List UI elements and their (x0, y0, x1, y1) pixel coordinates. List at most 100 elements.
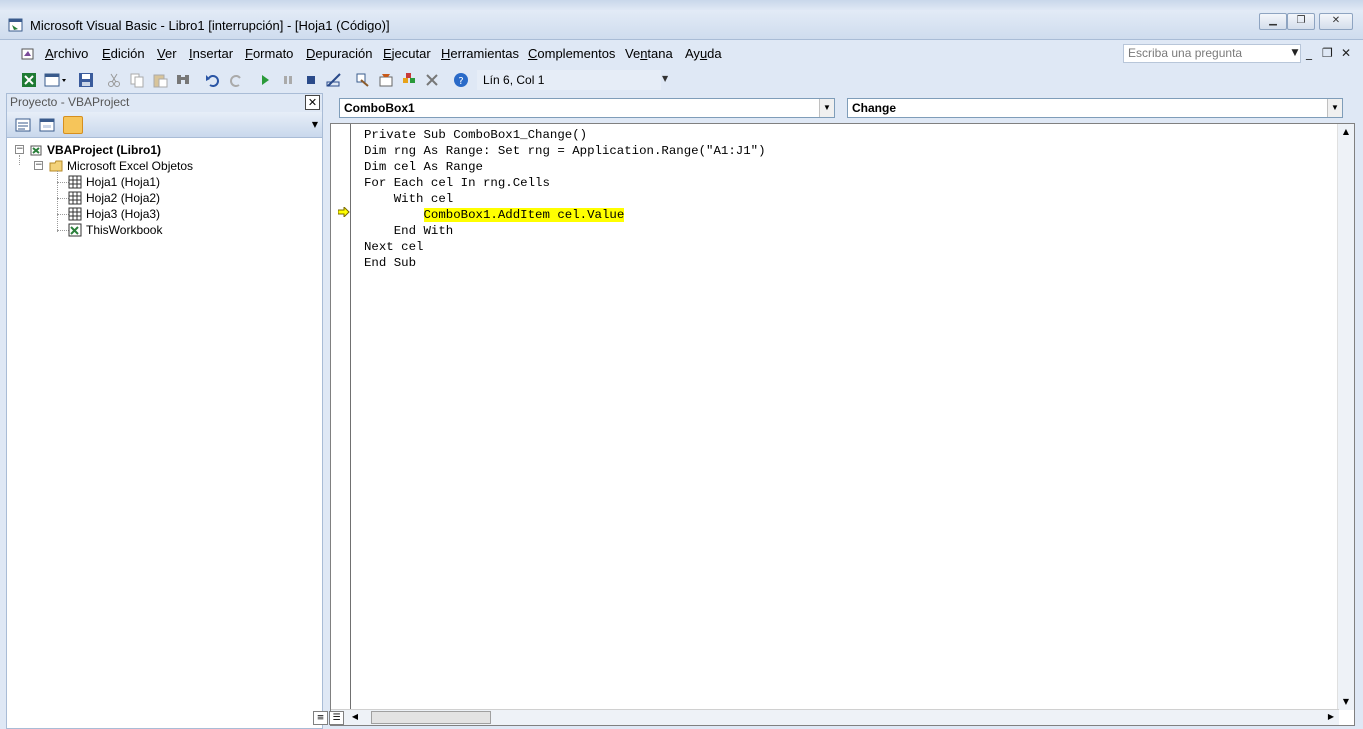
view-object-icon[interactable] (37, 116, 57, 134)
code-text: For Each cel In rng.Cells (364, 176, 550, 190)
code-line: Dim cel As Range (364, 159, 766, 175)
menu-archivo[interactable]: Archivo (45, 46, 88, 61)
project-explorer-panel: Proyecto - VBAProject ✕ ▼ − VBAProject (… (6, 93, 323, 729)
tree-item-hoja3[interactable]: Hoja3 (Hoja3) (68, 206, 160, 222)
code-line: For Each cel In rng.Cells (364, 175, 766, 191)
code-line: Dim rng As Range: Set rng = Application.… (364, 143, 766, 159)
tree-line (19, 155, 20, 165)
code-line: End With (364, 223, 766, 239)
insert-userform-icon[interactable] (44, 72, 68, 88)
find-icon[interactable] (175, 72, 191, 88)
close-button[interactable]: ✕ (1319, 13, 1353, 30)
menu-edicion[interactable]: Edición (102, 46, 145, 61)
undo-icon[interactable] (205, 72, 221, 88)
chevron-down-icon[interactable]: ▼ (819, 99, 834, 117)
expander-folder-icon[interactable]: − (34, 161, 43, 170)
vertical-scrollbar[interactable]: ▲ ▼ (1337, 124, 1354, 710)
full-module-view-icon[interactable]: ☰ (329, 711, 344, 725)
menu-ventana[interactable]: Ventana (625, 46, 673, 61)
code-text: End Sub (364, 256, 417, 270)
excel-icon[interactable] (21, 72, 37, 88)
copy-icon[interactable] (129, 72, 145, 88)
procedure-combo[interactable]: Change ▼ (847, 98, 1343, 118)
redo-icon[interactable] (228, 72, 244, 88)
menu-depuracion[interactable]: Depuración (306, 46, 373, 61)
document-menu-icon[interactable] (20, 46, 36, 62)
code-line: Private Sub ComboBox1_Change() (364, 127, 766, 143)
mdi-close-button[interactable]: ✕ (1341, 46, 1351, 60)
cursor-position-label: Lín 6, Col 1 (477, 70, 661, 90)
vbaproject-icon (30, 145, 42, 156)
cut-icon[interactable] (106, 72, 122, 88)
ask-question-input[interactable]: Escriba una pregunta (1123, 44, 1301, 63)
horizontal-scroll-thumb[interactable] (371, 711, 491, 724)
scroll-down-icon[interactable]: ▼ (1338, 694, 1354, 710)
menu-insertar[interactable]: Insertar (189, 46, 233, 61)
tree-item-hoja1[interactable]: Hoja1 (Hoja1) (68, 174, 160, 190)
tree-item-thisworkbook[interactable]: ThisWorkbook (68, 222, 162, 238)
design-mode-icon[interactable] (326, 72, 342, 88)
code-text: Dim cel As Range (364, 160, 483, 174)
vbe-app-icon (8, 18, 23, 32)
horizontal-scrollbar[interactable]: ≡ ☰ ◀ ▶ (313, 709, 1339, 725)
toolbar-options-icon[interactable]: ▼ (662, 74, 670, 90)
code-line: End Sub (364, 255, 766, 271)
paste-icon[interactable] (152, 72, 168, 88)
project-tree: − VBAProject (Libro1) − Microsoft Excel … (7, 140, 322, 728)
project-explorer-icon[interactable] (355, 72, 371, 88)
menu-complementos[interactable]: Complementos (528, 46, 615, 61)
code-lines: Private Sub ComboBox1_Change() Dim rng As… (364, 127, 766, 271)
ask-dropdown-arrow-icon[interactable]: ▼ (1289, 44, 1301, 63)
save-icon[interactable] (78, 72, 94, 88)
worksheet-icon (68, 175, 82, 189)
code-text: With cel (393, 192, 454, 206)
mdi-restore-button[interactable]: ❐ (1322, 46, 1333, 60)
menu-archivo-rest: rchivo (53, 46, 89, 61)
tree-item-vbaproject[interactable]: VBAProject (Libro1) (29, 142, 161, 158)
tree-item-excel-objects-folder[interactable]: Microsoft Excel Objetos (49, 158, 193, 174)
view-code-icon[interactable] (13, 116, 33, 134)
panel-toolbar-options-icon[interactable]: ▼ (312, 120, 318, 129)
project-panel-title: Proyecto - VBAProject (7, 94, 322, 112)
help-icon[interactable]: ? (453, 72, 469, 88)
project-panel-close-button[interactable]: ✕ (305, 95, 320, 110)
object-combo[interactable]: ComboBox1 ▼ (339, 98, 835, 118)
minimize-button[interactable]: ▁ (1259, 13, 1287, 30)
menu-ayuda[interactable]: Ayuda (685, 46, 722, 61)
menu-ejecutar[interactable]: Ejecutar (383, 46, 431, 61)
code-text: Dim rng As Range: Set rng = Application.… (364, 144, 766, 158)
window-title: Microsoft Visual Basic - Libro1 [interru… (30, 18, 390, 33)
toggle-folders-icon[interactable] (63, 116, 83, 134)
scroll-left-icon[interactable]: ◀ (347, 709, 363, 725)
tree-item-hoja2[interactable]: Hoja2 (Hoja2) (68, 190, 160, 206)
worksheet-icon (68, 207, 82, 221)
mdi-minimize-button[interactable]: _ (1306, 46, 1312, 60)
break-icon[interactable] (280, 72, 296, 88)
object-browser-icon[interactable] (401, 72, 417, 88)
scroll-up-icon[interactable]: ▲ (1338, 124, 1354, 140)
run-icon[interactable] (257, 72, 273, 88)
properties-icon[interactable] (378, 72, 394, 88)
reset-icon[interactable] (303, 72, 319, 88)
code-text: Private Sub ComboBox1_Change() (364, 128, 588, 142)
menu-formato[interactable]: Formato (245, 46, 293, 61)
worksheet-icon (68, 191, 82, 205)
title-bar: Microsoft Visual Basic - Libro1 [interru… (0, 0, 1363, 40)
toolbox-icon[interactable] (424, 72, 440, 88)
menu-herramientas[interactable]: Herramientas (441, 46, 519, 61)
execution-point-arrow-icon (338, 207, 350, 217)
code-line: With cel (364, 191, 766, 207)
chevron-down-icon[interactable]: ▼ (1327, 99, 1342, 117)
procedure-view-icon[interactable]: ≡ (313, 711, 328, 725)
scroll-right-icon[interactable]: ▶ (1323, 709, 1339, 725)
tree-line (57, 171, 58, 232)
restore-button[interactable]: ❐ (1287, 13, 1315, 30)
expander-root-icon[interactable]: − (15, 145, 24, 154)
code-window: ComboBox1 ▼ Change ▼ Private Sub ComboBo… (313, 93, 1363, 729)
code-text: End With (393, 224, 454, 238)
code-editor[interactable]: Private Sub ComboBox1_Change() Dim rng As… (313, 123, 1355, 726)
menu-ver[interactable]: Ver (157, 46, 177, 61)
vbe-window: Microsoft Visual Basic - Libro1 [interru… (0, 0, 1363, 729)
